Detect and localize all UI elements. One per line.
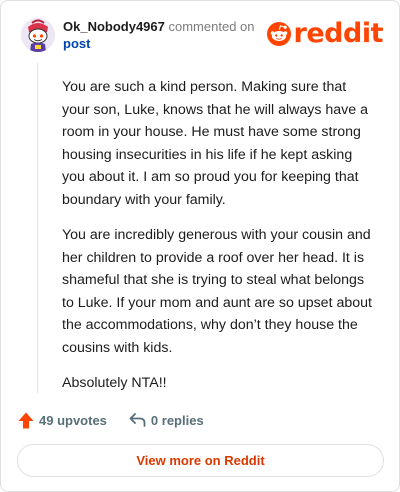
reddit-snoo-icon bbox=[266, 22, 291, 46]
comment-header: Ok_Nobody4967 commented on post reddit bbox=[17, 15, 384, 55]
post-link[interactable]: post bbox=[63, 35, 255, 52]
comment-embed-card: Ok_Nobody4967 commented on post reddit Y… bbox=[0, 0, 400, 492]
reply-count: 0 replies bbox=[150, 412, 204, 428]
upvote-count: 49 upvotes bbox=[39, 412, 107, 428]
comment-meta: Ok_Nobody4967 commented on post bbox=[63, 18, 255, 52]
thread-line bbox=[37, 63, 38, 393]
comment-paragraph: Absolutely NTA!! bbox=[62, 375, 167, 391]
upvote-arrow-icon bbox=[18, 412, 34, 428]
commented-on-label: commented on bbox=[168, 19, 255, 34]
user-avatar[interactable] bbox=[21, 18, 55, 52]
comment-actions: 49 upvotes 0 replies bbox=[18, 409, 204, 431]
view-more-button[interactable]: View more on Reddit bbox=[17, 444, 384, 477]
snoo-avatar-icon bbox=[21, 18, 55, 52]
upvote-button[interactable]: 49 upvotes bbox=[18, 412, 107, 429]
comment-paragraph: You are such a kind person. Making sure … bbox=[62, 79, 368, 208]
reddit-wordmark: reddit bbox=[293, 18, 384, 49]
reply-arrow-icon bbox=[129, 413, 146, 427]
replies-button[interactable]: 0 replies bbox=[129, 413, 204, 428]
comment-paragraph: You are incredibly generous with your co… bbox=[62, 227, 372, 356]
username-link[interactable]: Ok_Nobody4967 bbox=[63, 19, 165, 34]
comment-body: You are such a kind person. Making sure … bbox=[62, 76, 376, 408]
reddit-logo[interactable]: reddit bbox=[266, 18, 384, 49]
